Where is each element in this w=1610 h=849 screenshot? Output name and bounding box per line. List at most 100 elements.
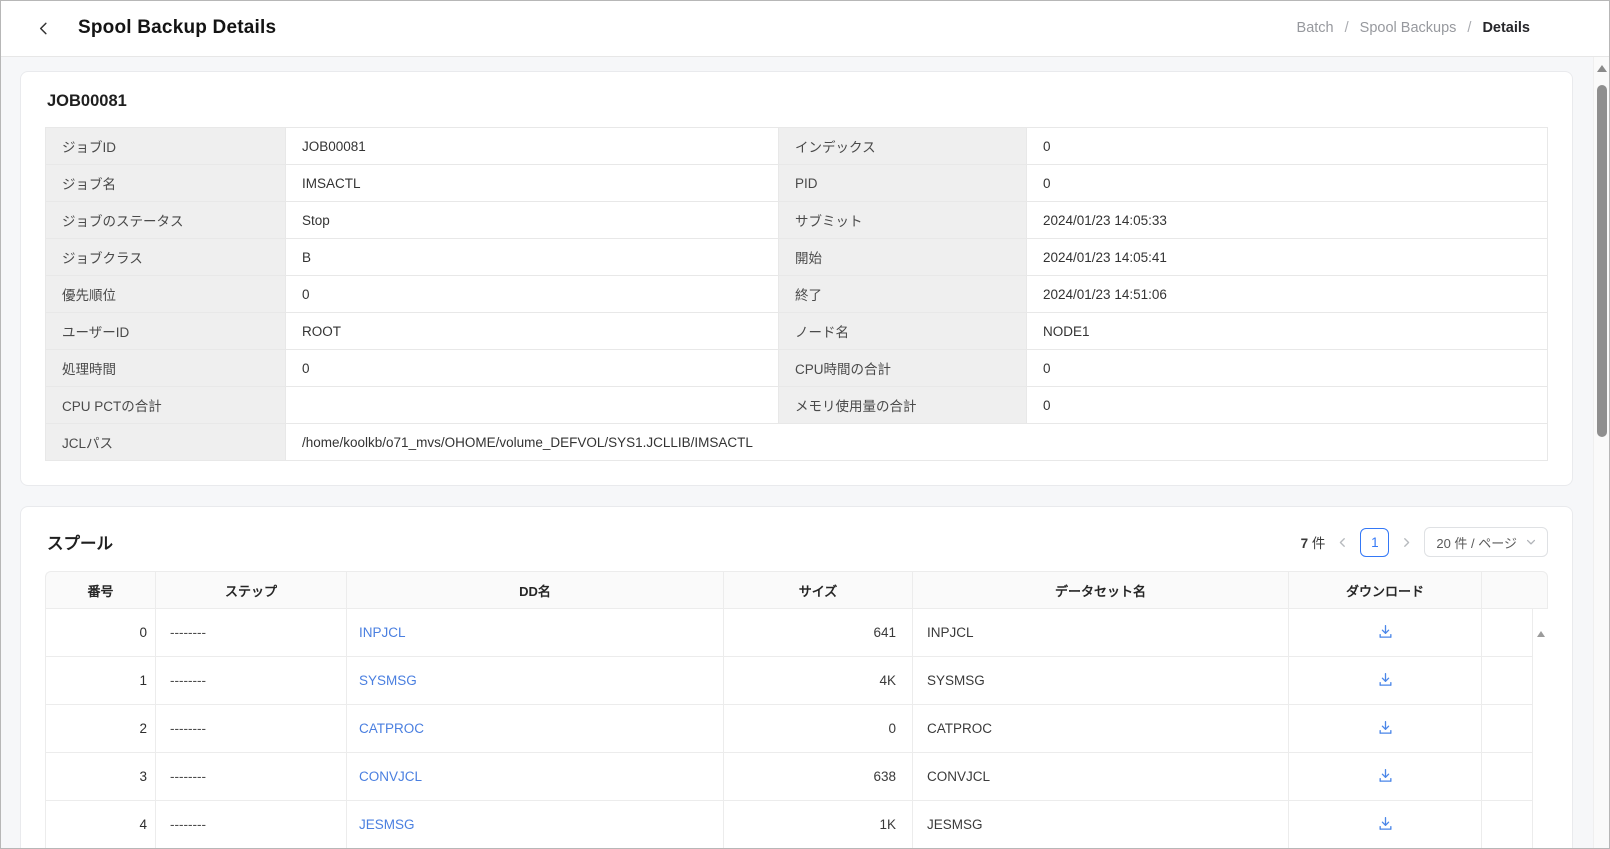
download-button[interactable] xyxy=(1374,766,1397,788)
total-count-label: 7 件 xyxy=(1301,532,1326,552)
filler-cell xyxy=(1481,801,1533,849)
download-button[interactable] xyxy=(1374,814,1397,836)
scroll-up-icon[interactable] xyxy=(1537,631,1545,637)
dd-name-link[interactable]: SYSMSG xyxy=(359,673,417,688)
step-cell: -------- xyxy=(155,657,346,705)
dd-name-cell: INPJCL xyxy=(346,609,723,657)
column-header-5: データセット名 xyxy=(912,571,1288,609)
detail-value: 0 xyxy=(1027,350,1548,387)
spool-row: 2--------CATPROC0CATPROC xyxy=(45,705,1533,753)
download-icon xyxy=(1378,624,1393,639)
top-bar: Spool Backup Details Batch / Spool Backu… xyxy=(0,0,1610,57)
total-unit: 件 xyxy=(1312,536,1326,551)
scrollbar-thumb[interactable] xyxy=(1597,85,1607,437)
dd-name-link[interactable]: JESMSG xyxy=(359,817,415,832)
download-cell xyxy=(1288,705,1481,753)
page-title: Spool Backup Details xyxy=(78,17,276,39)
filler-cell xyxy=(1481,705,1533,753)
chevron-left-icon xyxy=(1337,537,1348,548)
download-icon xyxy=(1378,720,1393,735)
spool-card-title: スプール xyxy=(47,530,113,554)
chevron-right-icon xyxy=(1401,537,1412,548)
detail-value: Stop xyxy=(286,202,779,239)
column-header-6: ダウンロード xyxy=(1288,571,1481,609)
dd-name-cell: JESMSG xyxy=(346,801,723,849)
detail-value: ROOT xyxy=(286,313,779,350)
detail-value: 2024/01/23 14:05:41 xyxy=(1027,239,1548,276)
back-button[interactable] xyxy=(30,15,56,41)
size-cell: 638 xyxy=(723,753,912,801)
step-cell: -------- xyxy=(155,801,346,849)
scroll-up-icon[interactable] xyxy=(1597,65,1607,72)
detail-label: ジョブ名 xyxy=(46,165,286,202)
row-number-cell: 3 xyxy=(45,753,155,801)
spool-row: 3--------CONVJCL638CONVJCL xyxy=(45,753,1533,801)
dataset-name-cell: CONVJCL xyxy=(912,753,1288,801)
download-icon xyxy=(1378,816,1393,831)
filler-cell xyxy=(1481,753,1533,801)
column-header-filler xyxy=(1481,571,1548,609)
download-icon xyxy=(1378,768,1393,783)
breadcrumb-item-spool-backups[interactable]: Spool Backups xyxy=(1360,20,1457,36)
download-button[interactable] xyxy=(1374,622,1397,644)
spool-table: 0--------INPJCL641INPJCL1--------SYSMSG4… xyxy=(45,609,1533,849)
filler-cell xyxy=(1481,657,1533,705)
detail-label: CPU時間の合計 xyxy=(779,350,1027,387)
dd-name-link[interactable]: CONVJCL xyxy=(359,769,422,784)
spool-row: 4--------JESMSG1KJESMSG xyxy=(45,801,1533,849)
detail-label: 終了 xyxy=(779,276,1027,313)
dataset-name-cell: SYSMSG xyxy=(912,657,1288,705)
detail-value: 2024/01/23 14:05:33 xyxy=(1027,202,1548,239)
download-button[interactable] xyxy=(1374,670,1397,692)
detail-value: 2024/01/23 14:51:06 xyxy=(1027,276,1548,313)
detail-label: インデックス xyxy=(779,128,1027,165)
download-cell xyxy=(1288,657,1481,705)
chevron-left-icon xyxy=(36,21,51,36)
prev-page-button[interactable] xyxy=(1335,537,1350,548)
detail-value: 0 xyxy=(1027,128,1548,165)
detail-value: /home/koolkb/o71_mvs/OHOME/volume_DEFVOL… xyxy=(286,424,1548,461)
page-size-value: 20 件 / ページ xyxy=(1436,533,1517,552)
spool-row: 1--------SYSMSG4KSYSMSG xyxy=(45,657,1533,705)
page-number-button[interactable]: 1 xyxy=(1360,528,1389,557)
download-button[interactable] xyxy=(1374,718,1397,740)
breadcrumb-separator: / xyxy=(1345,20,1349,36)
column-header-3: DD名 xyxy=(346,571,723,609)
detail-label: ジョブID xyxy=(46,128,286,165)
main-content: JOB00081 ジョブIDJOB00081インデックス0ジョブ名IMSACTL… xyxy=(0,57,1593,849)
breadcrumb-separator: / xyxy=(1467,20,1471,36)
spool-scrollbar[interactable] xyxy=(1533,609,1548,849)
step-cell: -------- xyxy=(155,609,346,657)
step-cell: -------- xyxy=(155,753,346,801)
job-detail-row: ジョブ名IMSACTLPID0 xyxy=(46,165,1548,202)
detail-value: 0 xyxy=(1027,165,1548,202)
column-header-2: ステップ xyxy=(155,571,346,609)
download-cell xyxy=(1288,753,1481,801)
size-cell: 1K xyxy=(723,801,912,849)
spool-row: 0--------INPJCL641INPJCL xyxy=(45,609,1533,657)
detail-value xyxy=(286,387,779,424)
job-detail-row: ユーザーIDROOTノード名NODE1 xyxy=(46,313,1548,350)
pagination: 7 件 1 20 件 / ページ xyxy=(1301,527,1548,557)
page-size-select[interactable]: 20 件 / ページ xyxy=(1424,527,1548,557)
dd-name-link[interactable]: CATPROC xyxy=(359,721,424,736)
job-detail-row: ジョブのステータスStopサブミット2024/01/23 14:05:33 xyxy=(46,202,1548,239)
row-number-cell: 4 xyxy=(45,801,155,849)
dd-name-link[interactable]: INPJCL xyxy=(359,625,406,640)
detail-value: 0 xyxy=(286,276,779,313)
detail-value: 0 xyxy=(286,350,779,387)
breadcrumb-item-batch[interactable]: Batch xyxy=(1297,20,1334,36)
detail-label: PID xyxy=(779,165,1027,202)
job-detail-row: ジョブIDJOB00081インデックス0 xyxy=(46,128,1548,165)
detail-value: 0 xyxy=(1027,387,1548,424)
page-scrollbar[interactable] xyxy=(1593,57,1610,849)
detail-label: ノード名 xyxy=(779,313,1027,350)
dataset-name-cell: JESMSG xyxy=(912,801,1288,849)
spool-header-row: 番号ステップDD名サイズデータセット名ダウンロード xyxy=(45,571,1548,609)
row-number-cell: 2 xyxy=(45,705,155,753)
next-page-button[interactable] xyxy=(1399,537,1414,548)
detail-label: 優先順位 xyxy=(46,276,286,313)
download-icon xyxy=(1378,672,1393,687)
spool-table-header: 番号ステップDD名サイズデータセット名ダウンロード xyxy=(45,571,1548,609)
detail-label: 開始 xyxy=(779,239,1027,276)
